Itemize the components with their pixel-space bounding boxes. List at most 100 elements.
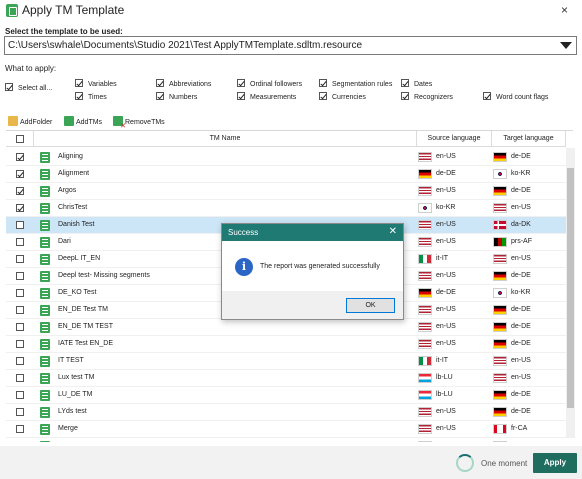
source-flag-icon <box>418 339 432 349</box>
option-select-all[interactable]: Select all... <box>5 83 52 92</box>
target-language: de-DE <box>511 187 531 194</box>
tm-name: IATE Test EN_DE <box>58 340 113 347</box>
table-row[interactable]: LU_DE TM lb-LU de-DE <box>6 387 566 404</box>
success-dialog: Success ✕ i The report was generated suc… <box>221 223 404 320</box>
checkbox[interactable] <box>237 92 245 100</box>
row-checkbox[interactable] <box>16 272 24 280</box>
ok-button[interactable]: OK <box>346 298 395 313</box>
select-all-rows-checkbox[interactable] <box>15 135 24 143</box>
table-row[interactable]: Alignment de-DE ko-KR <box>6 166 566 183</box>
row-checkbox[interactable] <box>16 255 24 263</box>
source-flag-icon <box>418 203 432 213</box>
tm-name: Merge <box>58 425 78 432</box>
option-abbreviations[interactable]: Abbreviations <box>156 79 211 88</box>
checkbox[interactable] <box>319 79 327 87</box>
table-row[interactable]: Lux test TM lb-LU en-US <box>6 370 566 387</box>
row-checkbox[interactable] <box>16 238 24 246</box>
tm-name: LU_DE TM <box>58 391 93 398</box>
template-dropdown[interactable]: C:\Users\swhale\Documents\Studio 2021\Te… <box>4 36 577 55</box>
option-recognizers[interactable]: Recognizers <box>401 92 453 101</box>
table-row[interactable]: ChrisTest ko-KR en-US <box>6 200 566 217</box>
row-checkbox[interactable] <box>16 323 24 331</box>
checkbox[interactable] <box>5 83 13 91</box>
target-language: de-DE <box>511 153 531 160</box>
option-numbers[interactable]: Numbers <box>156 92 197 101</box>
scrollbar-thumb[interactable] <box>567 168 574 408</box>
option-currencies[interactable]: Currencies <box>319 92 366 101</box>
option-segmentation-rules[interactable]: Segmentation rules <box>319 79 392 88</box>
checkbox[interactable] <box>75 92 83 100</box>
target-language: ko-KR <box>511 289 531 296</box>
table-row[interactable] <box>6 438 566 442</box>
table-row[interactable]: Merge en-US fr-CA <box>6 421 566 438</box>
source-language: de-DE <box>436 289 456 296</box>
option-ordinal-followers[interactable]: Ordinal followers <box>237 79 302 88</box>
row-checkbox[interactable] <box>16 204 24 212</box>
column-header-tm-name[interactable]: TM Name <box>34 131 417 147</box>
tm-file-icon <box>40 254 50 265</box>
target-flag-icon <box>493 322 507 332</box>
tm-file-icon <box>40 203 50 214</box>
source-flag-icon <box>418 441 432 442</box>
checkbox[interactable] <box>483 92 491 100</box>
table-row[interactable]: EN_DE TM TEST en-US de-DE <box>6 319 566 336</box>
option-variables[interactable]: Variables <box>75 79 117 88</box>
add-folder-button[interactable]: AddFolder <box>8 116 52 126</box>
column-header-source-language[interactable]: Source language <box>417 131 492 147</box>
table-row[interactable]: Argos en-US de-DE <box>6 183 566 200</box>
grid-scrollbar[interactable] <box>566 148 575 438</box>
tm-name: Danish Test <box>58 221 95 228</box>
remove-tms-button[interactable]: RemoveTMs <box>113 116 165 130</box>
row-checkbox[interactable] <box>16 374 24 382</box>
tm-name: Dari <box>58 238 71 245</box>
checkbox[interactable] <box>319 92 327 100</box>
checkbox[interactable] <box>237 79 245 87</box>
dialog-title: Success <box>228 228 259 237</box>
table-row[interactable]: Aligning en-US de-DE <box>6 149 566 166</box>
row-checkbox[interactable] <box>16 153 24 161</box>
target-language: prs-AF <box>511 238 532 245</box>
row-checkbox[interactable] <box>16 221 24 229</box>
row-checkbox[interactable] <box>16 289 24 297</box>
table-row[interactable]: IT TEST it-IT en-US <box>6 353 566 370</box>
row-checkbox[interactable] <box>16 408 24 416</box>
tm-name: DeepL IT_EN <box>58 255 101 262</box>
tm-file-icon <box>40 152 50 163</box>
dialog-close-button[interactable]: ✕ <box>389 226 397 237</box>
row-checkbox[interactable] <box>16 187 24 195</box>
table-row[interactable]: LYds test en-US de-DE <box>6 404 566 421</box>
target-language: en-US <box>511 255 531 262</box>
apply-button[interactable]: Apply <box>533 453 577 473</box>
checkbox[interactable] <box>75 79 83 87</box>
dialog-header: Success ✕ <box>222 224 403 241</box>
source-language: en-US <box>436 425 456 432</box>
window-close-button[interactable]: × <box>561 3 568 17</box>
option-word-count-flags[interactable]: Word count flags <box>483 92 548 101</box>
option-times[interactable]: Times <box>75 92 107 101</box>
source-language: en-US <box>436 221 456 228</box>
table-row[interactable]: IATE Test EN_DE en-US de-DE <box>6 336 566 353</box>
source-language: ko-KR <box>436 204 456 211</box>
checkbox[interactable] <box>401 92 409 100</box>
checkbox[interactable] <box>401 79 409 87</box>
option-measurements[interactable]: Measurements <box>237 92 296 101</box>
tm-name: Argos <box>58 187 77 194</box>
add-tms-button[interactable]: AddTMs <box>64 116 102 126</box>
column-header-target-language[interactable]: Target language <box>492 131 566 147</box>
tm-file-icon <box>40 373 50 384</box>
checkbox[interactable] <box>156 92 164 100</box>
row-checkbox[interactable] <box>16 340 24 348</box>
option-dates[interactable]: Dates <box>401 79 432 88</box>
row-checkbox[interactable] <box>16 306 24 314</box>
checkbox[interactable] <box>156 79 164 87</box>
header-select-column[interactable] <box>6 131 34 147</box>
row-checkbox[interactable] <box>16 391 24 399</box>
row-checkbox[interactable] <box>16 425 24 433</box>
source-language: en-US <box>436 153 456 160</box>
row-checkbox[interactable] <box>16 170 24 178</box>
chevron-down-icon[interactable] <box>560 42 572 49</box>
tm-name: DE_KO Test <box>58 289 97 296</box>
template-label: Select the template to be used: <box>5 27 123 36</box>
target-flag-icon <box>493 407 507 417</box>
row-checkbox[interactable] <box>16 357 24 365</box>
